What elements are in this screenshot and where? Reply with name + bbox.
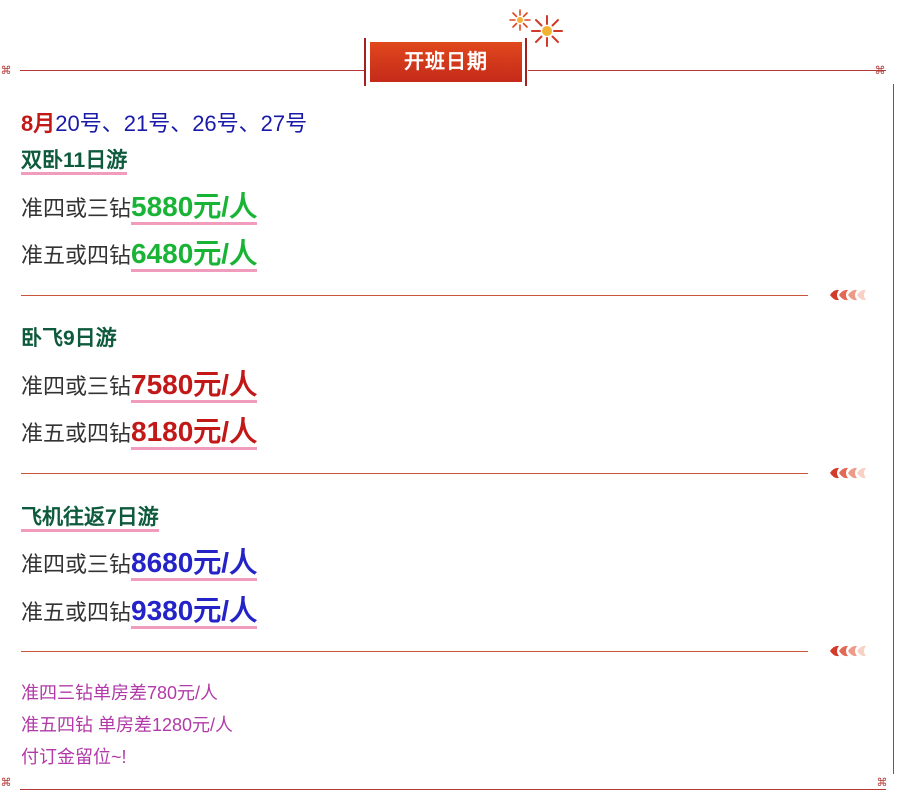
note-single-room-5: 准五四钻 单房差1280元/人: [21, 715, 234, 735]
wheat-ornament-icon: [830, 645, 866, 657]
price-value: 7580元/人: [131, 369, 258, 403]
price-value: 8680元/人: [131, 547, 258, 581]
trip-title: 卧飞9日游: [21, 322, 117, 352]
section-divider: [21, 473, 808, 474]
price-row: 准四或三钻7580元/人: [21, 363, 258, 403]
price-value: 9380元/人: [131, 595, 258, 629]
price-value: 8180元/人: [131, 416, 258, 450]
note-single-room-4: 准四三钻单房差780元/人: [21, 683, 219, 703]
price-row: 准四或三钻8680元/人: [21, 541, 258, 581]
price-row: 准五或四钻9380元/人: [21, 589, 258, 629]
corner-ornament-icon: ⌘: [0, 65, 12, 77]
corner-ornament-icon: ⌘: [0, 777, 12, 789]
schedule-line: 8月20号、21号、26号、27号: [21, 106, 307, 138]
note-deposit: 付订金留位~!: [21, 747, 127, 767]
title-bracket-left: [364, 38, 366, 86]
trip-title: 飞机往返7日游: [21, 501, 159, 532]
section-divider: [21, 295, 808, 296]
room-tier-label: 准五或四钻: [21, 600, 132, 625]
trip-name: 飞机往返7日游: [21, 506, 159, 532]
schedule-month: 8月: [21, 111, 56, 136]
room-tier-label: 准四或三钻: [21, 374, 132, 399]
section-divider: [21, 651, 808, 652]
wheat-ornament-icon: [830, 467, 866, 479]
firework-icon: [531, 15, 563, 47]
price-row: 准五或四钻8180元/人: [21, 410, 258, 450]
price-row: 准四或三钻5880元/人: [21, 185, 258, 225]
trip-title: 双卧11日游: [21, 144, 128, 175]
trip-name: 双卧11日游: [21, 149, 128, 175]
room-tier-label: 准四或三钻: [21, 552, 132, 577]
corner-ornament-icon: ⌘: [874, 65, 886, 77]
section-title: 开班日期: [370, 42, 522, 82]
corner-ornament-icon: ⌘: [876, 777, 888, 789]
room-tier-label: 准五或四钻: [21, 243, 132, 268]
room-tier-label: 准四或三钻: [21, 196, 132, 221]
title-bracket-right: [525, 38, 527, 86]
firework-icon: [509, 9, 531, 31]
frame-bottom-border: [20, 789, 886, 790]
room-tier-label: 准五或四钻: [21, 421, 132, 446]
price-row: 准五或四钻6480元/人: [21, 232, 258, 272]
price-value: 6480元/人: [131, 238, 258, 272]
price-value: 5880元/人: [131, 191, 258, 225]
schedule-dates: 20号、21号、26号、27号: [55, 111, 308, 136]
frame-right-border: [893, 84, 894, 774]
wheat-ornament-icon: [830, 289, 866, 301]
trip-name: 卧飞9日游: [21, 327, 117, 350]
